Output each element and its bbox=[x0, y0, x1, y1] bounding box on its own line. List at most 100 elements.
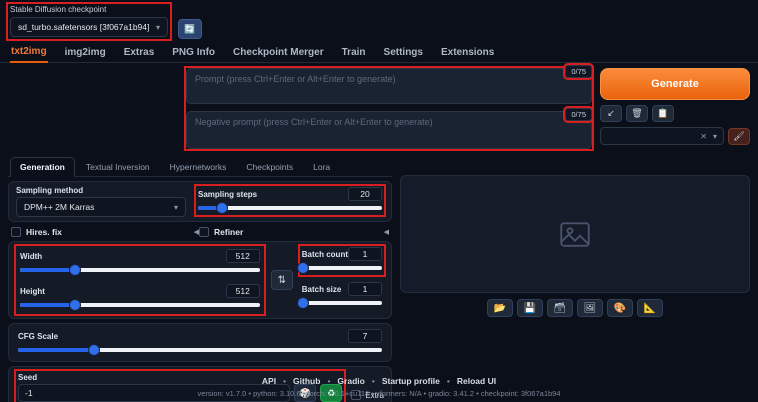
height-label: Height bbox=[20, 287, 45, 296]
open-folder-button[interactable]: 📂 bbox=[487, 299, 513, 317]
footer-link-api[interactable]: API bbox=[262, 376, 276, 386]
tab-extras[interactable]: Extras bbox=[123, 45, 156, 62]
sampling-steps-label: Sampling steps bbox=[198, 190, 257, 199]
sub-tabs: Generation Textual Inversion Hypernetwor… bbox=[8, 157, 392, 177]
send-to-inpaint-button[interactable]: 🎨 bbox=[607, 299, 633, 317]
footer-link-reload-ui[interactable]: Reload UI bbox=[440, 376, 496, 386]
collapse-left-icon[interactable]: ◀ bbox=[384, 228, 389, 236]
prompt-tools-row: ↙ 🗑 📋 bbox=[600, 105, 750, 122]
chevron-down-icon: ▾ bbox=[156, 23, 160, 32]
batch-size-track[interactable] bbox=[302, 301, 382, 305]
tab-txt2img[interactable]: txt2img bbox=[10, 44, 48, 63]
tab-train[interactable]: Train bbox=[341, 45, 367, 62]
batch-size-slider: Batch size 1 bbox=[300, 281, 384, 310]
output-gallery bbox=[400, 175, 750, 293]
send-to-img2img-button[interactable]: 🖼 bbox=[577, 299, 603, 317]
batch-count-value[interactable]: 1 bbox=[348, 247, 382, 261]
generate-button[interactable]: Generate bbox=[600, 68, 750, 100]
tab-settings[interactable]: Settings bbox=[383, 45, 424, 62]
width-track[interactable] bbox=[20, 268, 260, 272]
image-placeholder-icon bbox=[560, 222, 590, 247]
stable-diffusion-webui: Stable Diffusion checkpoint sd_turbo.saf… bbox=[0, 0, 758, 402]
cfg-scale-track[interactable] bbox=[18, 348, 382, 352]
batch-count-track[interactable] bbox=[302, 266, 382, 270]
styles-dropdown[interactable]: ✕ ▾ bbox=[600, 127, 724, 145]
dimensions-card: Width 512 Height 512 bbox=[8, 241, 392, 319]
height-track[interactable] bbox=[20, 303, 260, 307]
tab-checkpoint-merger[interactable]: Checkpoint Merger bbox=[232, 45, 325, 62]
cfg-scale-value[interactable]: 7 bbox=[348, 329, 382, 343]
footer-link-startup-profile[interactable]: Startup profile bbox=[365, 376, 440, 386]
main-tabs: txt2img img2img Extras PNG Info Checkpoi… bbox=[0, 42, 758, 63]
subtab-checkpoints[interactable]: Checkpoints bbox=[237, 158, 302, 176]
checkpoint-selector: Stable Diffusion checkpoint sd_turbo.saf… bbox=[8, 4, 170, 39]
paste-params-button[interactable]: ↙ bbox=[600, 105, 622, 122]
checkpoint-dropdown[interactable]: sd_turbo.safetensors [3f067a1b94] ▾ bbox=[10, 17, 168, 37]
negative-prompt-input[interactable] bbox=[186, 111, 592, 149]
slider-thumb[interactable] bbox=[298, 263, 308, 273]
clear-prompt-button[interactable]: 🗑 bbox=[626, 105, 648, 122]
tab-png-info[interactable]: PNG Info bbox=[171, 45, 216, 62]
swap-width-height-button[interactable]: ⇅ bbox=[271, 270, 293, 290]
quick-settings-bar: Stable Diffusion checkpoint sd_turbo.saf… bbox=[0, 0, 758, 42]
extra-networks-button[interactable]: 📋 bbox=[652, 105, 674, 122]
batch-size-value[interactable]: 1 bbox=[348, 282, 382, 296]
left-spacer bbox=[0, 68, 178, 149]
batch-block: Batch count 1 Batch size 1 bbox=[300, 246, 384, 310]
send-to-extras-button[interactable]: 📐 bbox=[637, 299, 663, 317]
prompt-input[interactable] bbox=[186, 68, 592, 104]
tab-extensions[interactable]: Extensions bbox=[440, 45, 495, 62]
slider-thumb[interactable] bbox=[217, 203, 227, 213]
dimensions-block: Width 512 Height 512 bbox=[16, 246, 264, 314]
refresh-checkpoint-button[interactable]: 🔄 bbox=[178, 19, 202, 39]
sampling-steps-track[interactable] bbox=[198, 206, 382, 210]
cfg-scale-slider: CFG Scale 7 bbox=[16, 328, 384, 357]
chevron-down-icon: ▾ bbox=[713, 132, 717, 141]
footer-link-gradio[interactable]: Gradio bbox=[320, 376, 364, 386]
save-image-button[interactable]: 💾 bbox=[517, 299, 543, 317]
prompt-area: 0/75 0/75 Generate ↙ 🗑 📋 ✕ ▾ 🖌 bbox=[0, 63, 758, 155]
hires-fix-block: Hires. fix ◀ bbox=[11, 227, 199, 237]
tab-img2img[interactable]: img2img bbox=[64, 45, 107, 62]
sampling-steps-slider: Sampling steps 20 bbox=[196, 186, 384, 215]
subtab-generation[interactable]: Generation bbox=[10, 157, 75, 177]
subtab-lora[interactable]: Lora bbox=[304, 158, 339, 176]
height-value[interactable]: 512 bbox=[226, 284, 260, 298]
edit-styles-button[interactable]: 🖌 bbox=[728, 128, 750, 145]
width-slider: Width 512 bbox=[18, 248, 262, 277]
sampling-method-dropdown[interactable]: DPM++ 2M Karras ▾ bbox=[16, 197, 186, 217]
sampling-method-value: DPM++ 2M Karras bbox=[24, 202, 94, 212]
prompt-wrapper: 0/75 bbox=[186, 68, 592, 104]
cfg-scale-label: CFG Scale bbox=[18, 332, 58, 341]
width-label: Width bbox=[20, 252, 42, 261]
slider-thumb[interactable] bbox=[298, 298, 308, 308]
sampling-card: Sampling method DPM++ 2M Karras ▾ Sampli… bbox=[8, 181, 392, 222]
clear-styles-icon[interactable]: ✕ bbox=[700, 132, 707, 141]
sampling-method-label: Sampling method bbox=[16, 186, 186, 195]
checkpoint-label: Stable Diffusion checkpoint bbox=[10, 5, 168, 14]
toggles-row: Hires. fix ◀ Refiner ◀ bbox=[8, 227, 392, 237]
subtab-textual-inversion[interactable]: Textual Inversion bbox=[77, 158, 159, 176]
footer-link-github[interactable]: Github bbox=[276, 376, 320, 386]
slider-thumb[interactable] bbox=[70, 300, 80, 310]
sampling-steps-value[interactable]: 20 bbox=[348, 187, 382, 201]
generate-column: Generate ↙ 🗑 📋 ✕ ▾ 🖌 bbox=[600, 68, 750, 149]
slider-thumb[interactable] bbox=[89, 345, 99, 355]
output-column: 📂 💾 🗃 🖼 🎨 📐 bbox=[400, 157, 750, 370]
txt2img-main: Generation Textual Inversion Hypernetwor… bbox=[0, 155, 758, 370]
slider-thumb[interactable] bbox=[70, 265, 80, 275]
prompt-column: 0/75 0/75 bbox=[186, 68, 592, 149]
save-zip-button[interactable]: 🗃 bbox=[547, 299, 573, 317]
styles-row: ✕ ▾ 🖌 bbox=[600, 127, 750, 145]
batch-count-slider: Batch count 1 bbox=[300, 246, 384, 275]
width-value[interactable]: 512 bbox=[226, 249, 260, 263]
hires-fix-label: Hires. fix bbox=[26, 227, 62, 237]
footer-version-info: version: v1.7.0 • python: 3.10.6 • torch… bbox=[0, 389, 758, 398]
subtab-hypernetworks[interactable]: Hypernetworks bbox=[161, 158, 236, 176]
footer-links: APIGithubGradioStartup profileReload UI bbox=[0, 376, 758, 386]
cfg-card: CFG Scale 7 bbox=[8, 323, 392, 362]
refiner-checkbox[interactable] bbox=[199, 227, 209, 237]
prompt-token-counter: 0/75 bbox=[565, 65, 592, 78]
hires-fix-checkbox[interactable] bbox=[11, 227, 21, 237]
sampling-method-block: Sampling method DPM++ 2M Karras ▾ bbox=[16, 186, 186, 217]
